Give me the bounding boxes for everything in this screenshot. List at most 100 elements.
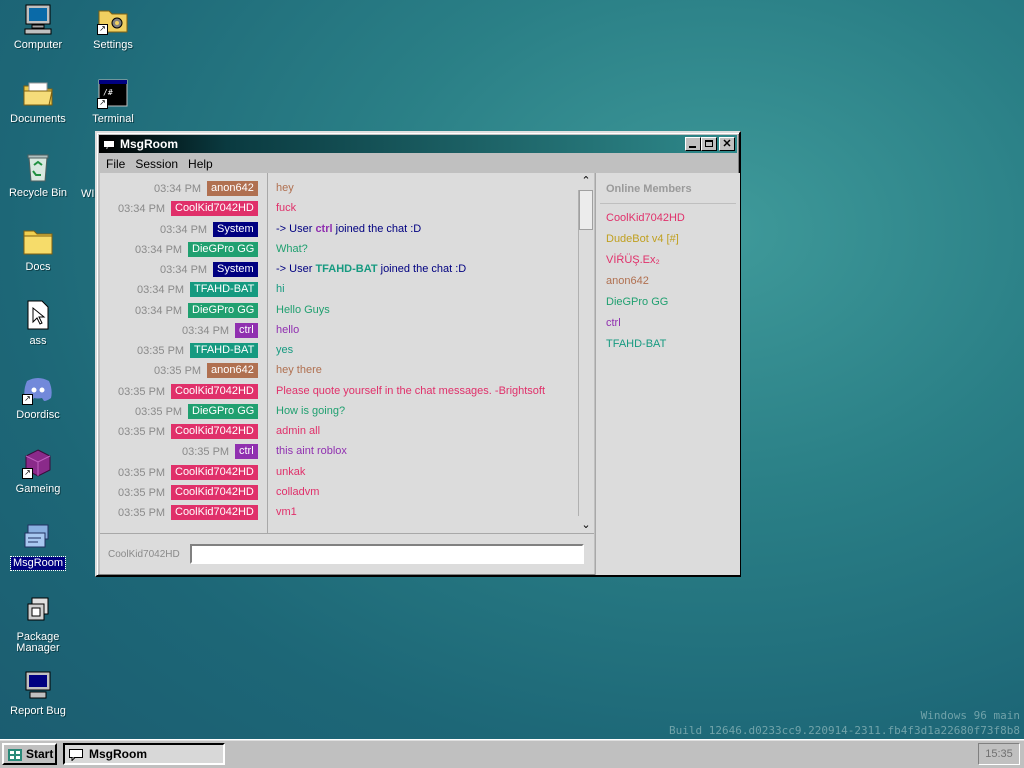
- message-username-badge[interactable]: CoolKid7042HD: [171, 505, 258, 520]
- desktop-icon-msgroom[interactable]: MsgRoom: [1, 521, 75, 571]
- menu-session[interactable]: Session: [130, 155, 183, 173]
- terminal-icon: /# ↗: [97, 77, 129, 109]
- message-text: fuck: [276, 202, 297, 215]
- start-button[interactable]: Start: [2, 743, 57, 765]
- message-text-username: ctrl: [315, 222, 333, 235]
- desktop-icon-documents[interactable]: Documents: [1, 77, 75, 126]
- message-timestamp: 03:35 PM: [118, 385, 166, 398]
- message-username-badge[interactable]: DieGPro GG: [188, 403, 259, 419]
- desktop-icon-label: Report Bug: [10, 705, 66, 717]
- chevron-up-icon: ⌃: [581, 175, 591, 187]
- desktop-icon-docs[interactable]: Docs: [1, 225, 75, 274]
- message-timestamp: 03:34 PM: [135, 304, 183, 317]
- message-text-prefix: -> User: [276, 263, 316, 275]
- message-username-badge[interactable]: System: [213, 262, 258, 277]
- desktop-icon-label: Package Manager: [16, 631, 60, 654]
- desktop-icon-package-manager[interactable]: Package Manager: [1, 595, 75, 655]
- message-username-badge[interactable]: CoolKid7042HD: [171, 424, 258, 439]
- message-text: yes: [276, 344, 294, 356]
- message-username-badge[interactable]: ctrl: [235, 322, 258, 338]
- chat-message-row: CoolKid7042HD 03:35 PM Please quote yourse…: [100, 382, 580, 402]
- desktop-icon-terminal[interactable]: /# ↗ Terminal: [76, 77, 150, 126]
- message-text: -> User ctrl joined the chat :D: [276, 223, 421, 235]
- message-username-badge[interactable]: TFAHD-BAT: [190, 282, 259, 298]
- message-username-badge[interactable]: TFAHD-BAT: [190, 343, 259, 358]
- chat-message-row: CoolKid7042HD 03:35 PM unkak: [100, 463, 580, 483]
- message-username-badge[interactable]: DieGPro GG: [188, 241, 259, 257]
- message-username-badge[interactable]: CoolKid7042HD: [171, 201, 258, 217]
- settings-folder-icon: ↗: [97, 3, 129, 35]
- chat-message-row: ctrl 03:35 PM this aint roblox: [100, 442, 580, 462]
- chat-message-row: CoolKid7042HD 03:34 PM fuck: [100, 199, 580, 219]
- minimize-button[interactable]: [685, 137, 701, 151]
- chat-log[interactable]: anon642 03:34 PM hey CoolKid7042HD 03:34 PM f…: [100, 173, 594, 533]
- taskbar-item-msgroom[interactable]: MsgRoom: [63, 743, 225, 765]
- message-timestamp: 03:34 PM: [160, 223, 208, 236]
- message-username-badge[interactable]: DieGPro GG: [188, 302, 259, 318]
- menu-file[interactable]: File: [101, 155, 130, 173]
- desktop-icon-gameing[interactable]: ↗ Gameing: [1, 447, 75, 496]
- desktop-icon-label: Doordisc: [16, 409, 60, 421]
- message-timestamp: 03:35 PM: [118, 486, 166, 499]
- close-button[interactable]: ✕: [719, 137, 735, 151]
- desktop-icon-recycle-bin[interactable]: Recycle Bin: [1, 151, 75, 200]
- message-text: Please quote yourself in the chat messag…: [276, 384, 546, 397]
- chat-message-row: TFAHD-BAT 03:35 PM yes: [100, 341, 580, 361]
- message-username-badge[interactable]: ctrl: [235, 444, 258, 460]
- message-timestamp: 03:35 PM: [118, 426, 166, 438]
- chat-scrollbar[interactable]: ⌃ ⌄: [578, 173, 594, 533]
- desktop-icon-settings[interactable]: ↗ Settings: [76, 3, 150, 52]
- members-separator: [600, 203, 736, 204]
- scroll-down-arrow[interactable]: ⌄: [578, 517, 594, 533]
- menu-help[interactable]: Help: [183, 155, 218, 173]
- message-username-badge[interactable]: CoolKid7042HD: [171, 464, 258, 480]
- chat-message-row: System 03:34 PM -> User ctrl joined the ch…: [100, 220, 580, 240]
- member-list-item[interactable]: CoolKid7042HD: [606, 212, 685, 224]
- chat-message-row: DieGPro GG 03:34 PM Hello Guys: [100, 301, 580, 321]
- chat-bubble-icon: [103, 138, 115, 152]
- chat-message-row: CoolKid7042HD 03:35 PM admin all: [100, 422, 580, 442]
- scroll-up-arrow[interactable]: ⌃: [578, 173, 594, 189]
- message-text: hey: [276, 182, 294, 194]
- message-text: this aint roblox: [276, 445, 347, 458]
- message-timestamp: 03:34 PM: [135, 243, 183, 256]
- scrollbar-thumb[interactable]: [579, 190, 593, 230]
- desktop-icon-doordisc[interactable]: ↗ Doordisc: [1, 373, 75, 422]
- message-timestamp: 03:34 PM: [182, 324, 230, 337]
- member-list-item[interactable]: DieGPro GG: [606, 296, 668, 308]
- report-bug-icon: [22, 669, 54, 701]
- start-logo-icon: [8, 748, 22, 761]
- member-list-item[interactable]: VİŔÜŞ.Ex₂: [606, 254, 660, 266]
- message-timestamp: 03:35 PM: [154, 365, 202, 378]
- maximize-button[interactable]: [701, 137, 717, 151]
- message-timestamp: 03:34 PM: [137, 284, 185, 297]
- chevron-down-icon: ⌄: [581, 519, 591, 531]
- desktop-icon-label: Recycle Bin: [8, 187, 68, 199]
- message-text: unkak: [276, 465, 306, 478]
- chat-message-row: TFAHD-BAT 03:34 PM hi: [100, 280, 580, 300]
- member-list-item[interactable]: DudeBot v4 [#]: [606, 233, 679, 245]
- member-list-item[interactable]: ctrl: [606, 317, 621, 329]
- message-text: How is going?: [276, 404, 346, 417]
- message-input[interactable]: [190, 544, 584, 564]
- desktop-icon-label: Terminal: [92, 113, 134, 125]
- message-text: What?: [276, 242, 308, 255]
- message-timestamp: 03:35 PM: [137, 345, 185, 357]
- desktop-icon-ass[interactable]: ass: [1, 299, 75, 348]
- window-titlebar[interactable]: MsgRoom ✕: [99, 135, 737, 153]
- message-username-badge[interactable]: CoolKid7042HD: [171, 383, 258, 399]
- message-timestamp: 03:34 PM: [154, 183, 202, 195]
- desktop-icon-computer[interactable]: Computer: [1, 3, 75, 52]
- message-username-badge[interactable]: CoolKid7042HD: [171, 484, 258, 500]
- member-list-item[interactable]: anon642: [606, 275, 649, 287]
- desktop-icon-label: ass: [29, 335, 47, 347]
- online-members-panel: Online Members CoolKid7042HD DudeBot v4 […: [595, 173, 740, 575]
- desktop-icon-label: Gameing: [15, 483, 61, 495]
- message-username-badge[interactable]: System: [213, 221, 258, 237]
- folder-icon: [22, 225, 54, 257]
- message-username-badge[interactable]: anon642: [207, 181, 258, 196]
- desktop-icon-report-bug[interactable]: Report Bug: [1, 669, 75, 718]
- member-list-item[interactable]: TFAHD-BAT: [606, 338, 666, 350]
- minimize-icon: [689, 146, 696, 148]
- message-username-badge[interactable]: anon642: [207, 363, 258, 379]
